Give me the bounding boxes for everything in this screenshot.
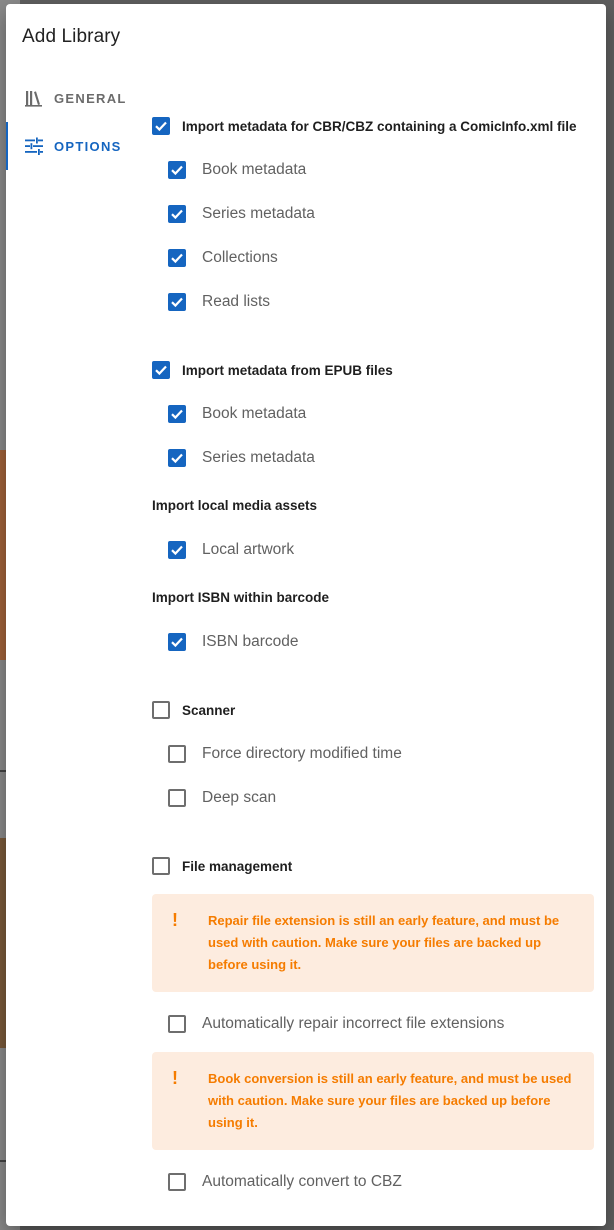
repair-extensions-checkbox[interactable]	[168, 1015, 186, 1033]
tune-icon	[24, 136, 44, 156]
convert-cbz-checkbox[interactable]	[168, 1173, 186, 1191]
deep-scan-label: Deep scan	[202, 789, 277, 806]
comicinfo-option[interactable]: Import metadata for CBR/CBZ containing a…	[152, 114, 577, 138]
repair-extensions-label: Automatically repair incorrect file exte…	[202, 1015, 505, 1032]
scanner-checkbox[interactable]	[152, 701, 170, 719]
comicinfo-book-metadata-checkbox[interactable]	[168, 161, 186, 179]
epub-label: Import metadata from EPUB files	[182, 362, 393, 378]
convert-cbz-option[interactable]: Automatically convert to CBZ	[168, 1170, 402, 1194]
tab-list: GENERAL OPTIONS	[6, 74, 146, 170]
comicinfo-read-lists-label: Read lists	[202, 293, 271, 310]
repair-extensions-option[interactable]: Automatically repair incorrect file exte…	[168, 1012, 504, 1036]
add-library-dialog: Add Library GENERAL OPTIONS Import metad…	[6, 4, 606, 1226]
deep-scan-checkbox[interactable]	[168, 789, 186, 807]
deep-scan-option[interactable]: Deep scan	[168, 786, 276, 810]
tab-options-label: OPTIONS	[54, 138, 122, 154]
epub-book-metadata-checkbox[interactable]	[168, 405, 186, 423]
isbn-heading: Import ISBN within barcode	[152, 590, 330, 605]
repair-warning-text: Repair file extension is still an early …	[208, 913, 560, 972]
convert-cbz-label: Automatically convert to CBZ	[202, 1173, 402, 1190]
file-management-option[interactable]: File management	[152, 854, 292, 878]
epub-series-metadata-label: Series metadata	[202, 449, 315, 466]
repair-warning-alert: ! Repair file extension is still an earl…	[152, 894, 594, 992]
epub-checkbox[interactable]	[152, 361, 170, 379]
comicinfo-series-metadata-checkbox[interactable]	[168, 205, 186, 223]
epub-series-metadata-option[interactable]: Series metadata	[168, 446, 315, 470]
local-artwork-checkbox[interactable]	[168, 541, 186, 559]
tab-options[interactable]: OPTIONS	[6, 122, 146, 170]
comicinfo-series-metadata-option[interactable]: Series metadata	[168, 202, 315, 226]
epub-series-metadata-checkbox[interactable]	[168, 449, 186, 467]
comicinfo-label: Import metadata for CBR/CBZ containing a…	[182, 118, 577, 134]
local-artwork-label: Local artwork	[202, 541, 295, 558]
comicinfo-read-lists-checkbox[interactable]	[168, 293, 186, 311]
comicinfo-book-metadata-label: Book metadata	[202, 161, 307, 178]
comicinfo-series-metadata-label: Series metadata	[202, 205, 315, 222]
scanner-label: Scanner	[182, 702, 236, 718]
local-media-heading: Import local media assets	[152, 498, 318, 513]
dialog-title: Add Library	[22, 26, 121, 47]
file-management-label: File management	[182, 858, 293, 874]
isbn-barcode-option[interactable]: ISBN barcode	[168, 630, 299, 654]
warning-icon: !	[172, 910, 178, 930]
comicinfo-book-metadata-option[interactable]: Book metadata	[168, 158, 306, 182]
comicinfo-collections-option[interactable]: Collections	[168, 246, 278, 270]
scanner-option[interactable]: Scanner	[152, 698, 235, 722]
tab-general[interactable]: GENERAL	[6, 74, 146, 122]
isbn-barcode-label: ISBN barcode	[202, 633, 299, 650]
warning-icon: !	[172, 1068, 178, 1088]
options-panel: Import metadata for CBR/CBZ containing a…	[152, 4, 602, 1226]
epub-book-metadata-option[interactable]: Book metadata	[168, 402, 306, 426]
conversion-warning-alert: ! Book conversion is still an early feat…	[152, 1052, 594, 1150]
tab-general-label: GENERAL	[54, 90, 127, 106]
file-management-checkbox[interactable]	[152, 857, 170, 875]
isbn-barcode-checkbox[interactable]	[168, 633, 186, 651]
library-books-icon	[24, 88, 44, 108]
comicinfo-checkbox[interactable]	[152, 117, 170, 135]
comicinfo-read-lists-option[interactable]: Read lists	[168, 290, 270, 314]
comicinfo-collections-checkbox[interactable]	[168, 249, 186, 267]
comicinfo-collections-label: Collections	[202, 249, 278, 266]
force-directory-modified-time-label: Force directory modified time	[202, 745, 402, 762]
local-artwork-option[interactable]: Local artwork	[168, 538, 294, 562]
epub-option[interactable]: Import metadata from EPUB files	[152, 358, 393, 382]
conversion-warning-text: Book conversion is still an early featur…	[208, 1071, 572, 1130]
force-directory-modified-time-checkbox[interactable]	[168, 745, 186, 763]
epub-book-metadata-label: Book metadata	[202, 405, 307, 422]
force-directory-modified-time-option[interactable]: Force directory modified time	[168, 742, 402, 766]
